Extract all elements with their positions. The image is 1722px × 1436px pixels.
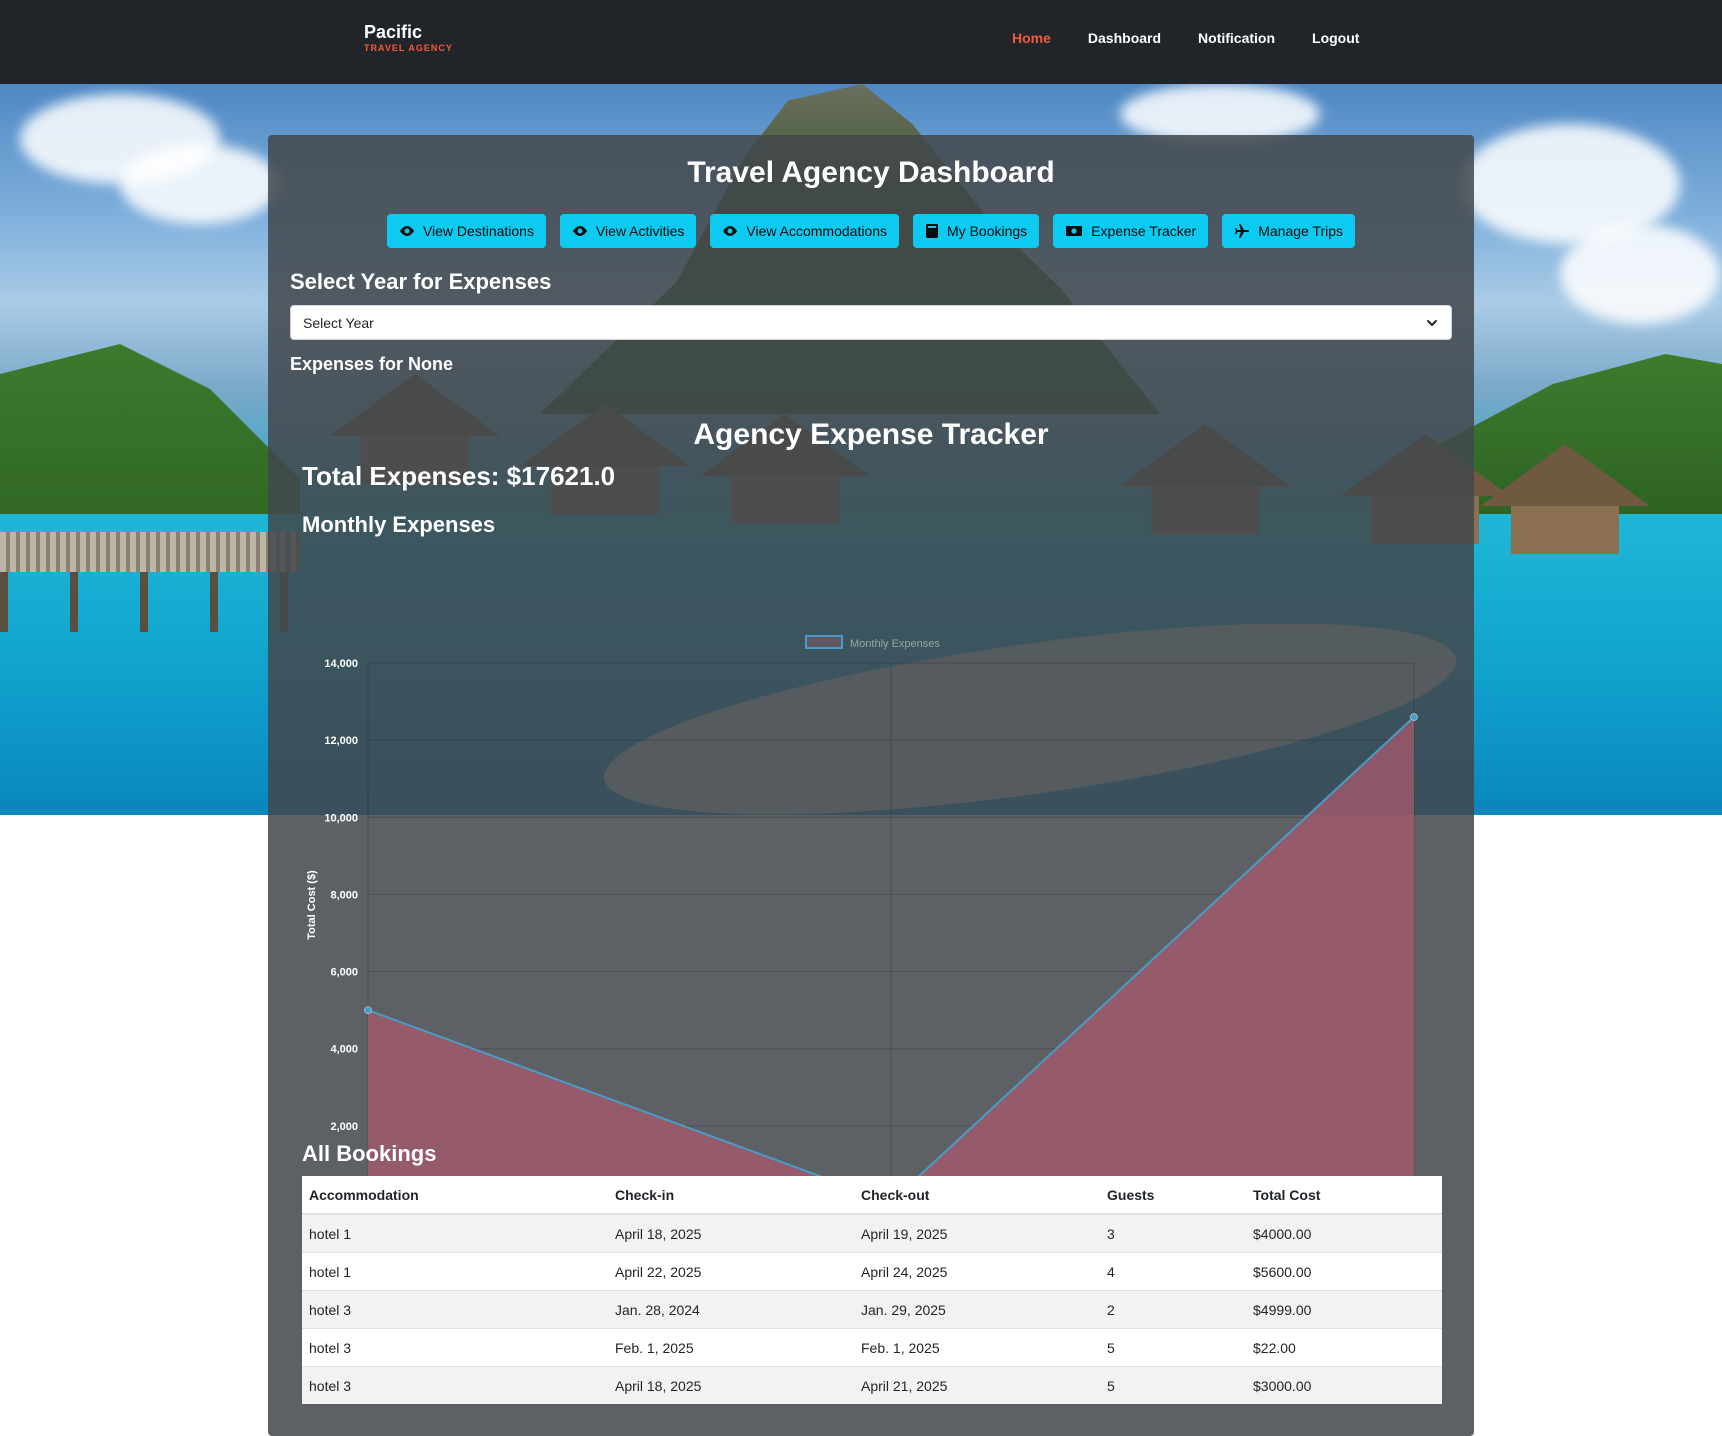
- table-row: hotel 3 Jan. 28, 2024 Jan. 29, 2025 2 $4999.…: [302, 1290, 1442, 1329]
- nav-link-logout[interactable]: Logout: [1312, 30, 1359, 46]
- cell-accommodation: hotel 1: [302, 1213, 608, 1253]
- cell-total-cost: $5600.00: [1246, 1252, 1442, 1291]
- y-tick-label: 6,000: [330, 967, 358, 979]
- y-tick-label: 10,000: [324, 812, 358, 824]
- cell-check-in: April 18, 2025: [608, 1213, 854, 1253]
- cell-guests: 2: [1100, 1290, 1246, 1329]
- column-header-check-out: Check-out: [854, 1176, 1100, 1215]
- cell-check-out: Jan. 29, 2025: [854, 1290, 1100, 1329]
- cell-check-out: April 21, 2025: [854, 1366, 1100, 1404]
- money-icon: [1066, 226, 1083, 236]
- cell-guests: 3: [1100, 1213, 1246, 1253]
- y-tick-label: 12,000: [324, 735, 358, 747]
- brand-name: Pacific: [364, 22, 423, 42]
- cell-check-in: Feb. 1, 2025: [608, 1328, 854, 1367]
- manage-trips-button[interactable]: Manage Trips: [1222, 214, 1356, 248]
- expense-tracker-button[interactable]: Expense Tracker: [1053, 214, 1209, 248]
- my-bookings-button[interactable]: My Bookings: [913, 214, 1040, 248]
- monthly-expenses-heading: Monthly Expenses: [302, 512, 496, 537]
- cell-check-in: Jan. 28, 2024: [608, 1290, 854, 1329]
- table-row: hotel 1 April 22, 2025 April 24, 2025 4 $560…: [302, 1252, 1442, 1291]
- cell-total-cost: $4000.00: [1246, 1213, 1442, 1253]
- chevron-down-icon: [1427, 320, 1437, 326]
- page-title: Travel Agency Dashboard: [687, 156, 1055, 189]
- column-header-total-cost: Total Cost: [1246, 1176, 1442, 1215]
- table-row: hotel 1 April 18, 2025 April 19, 2025 3 $400…: [302, 1213, 1442, 1253]
- expense-tracker-title: Agency Expense Tracker: [693, 418, 1049, 451]
- data-point: [364, 1006, 372, 1014]
- monthly-expenses-chart: 02,0004,0006,0008,00010,00012,00014,000J…: [306, 635, 1440, 1246]
- button-label: View Destinations: [422, 223, 534, 239]
- year-filter-heading: Select Year for Expenses: [290, 269, 552, 294]
- button-label: Manage Trips: [1258, 223, 1344, 239]
- eye-icon: [572, 226, 587, 236]
- expenses-for-label: Expenses for None: [290, 354, 454, 374]
- total-expenses: Total Expenses: $17621.0: [302, 461, 616, 491]
- cell-guests: 5: [1100, 1366, 1246, 1404]
- eye-icon: [723, 226, 738, 236]
- y-tick-label: 4,000: [330, 1044, 358, 1056]
- cell-check-in: April 22, 2025: [608, 1252, 854, 1291]
- cell-check-out: April 19, 2025: [854, 1213, 1100, 1253]
- dashboard-card: Travel Agency Dashboard View Destination…: [268, 135, 1474, 1436]
- nav-link-notification[interactable]: Notification: [1198, 30, 1275, 46]
- book-icon: [926, 224, 939, 238]
- action-buttons: View Destinations View Activities View A…: [268, 214, 1474, 248]
- cell-check-in: April 18, 2025: [608, 1366, 854, 1404]
- cell-accommodation: hotel 3: [302, 1328, 608, 1367]
- nav-links: Home Dashboard Notification Logout: [1012, 30, 1396, 46]
- cell-check-out: April 24, 2025: [854, 1252, 1100, 1291]
- year-select-value: Select Year: [303, 314, 374, 331]
- cell-total-cost: $3000.00: [1246, 1366, 1442, 1404]
- y-tick-label: 14,000: [324, 658, 358, 670]
- cell-accommodation: hotel 1: [302, 1252, 608, 1291]
- y-tick-label: 2,000: [330, 1121, 358, 1133]
- cell-total-cost: $22.00: [1246, 1328, 1442, 1367]
- brand-subtitle: TRAVEL AGENCY: [364, 43, 453, 53]
- view-accommodations-button[interactable]: View Accommodations: [710, 214, 900, 248]
- button-label: View Accommodations: [746, 223, 888, 239]
- button-label: View Activities: [595, 223, 685, 239]
- nav-link-dashboard[interactable]: Dashboard: [1088, 30, 1161, 46]
- navbar: Pacific TRAVEL AGENCY Home Dashboard Not…: [0, 0, 1722, 84]
- plane-icon: [1235, 224, 1250, 238]
- column-header-accommodation: Accommodation: [302, 1176, 608, 1215]
- view-destinations-button[interactable]: View Destinations: [386, 214, 546, 248]
- column-header-guests: Guests: [1100, 1176, 1246, 1215]
- table-row: hotel 3 Feb. 1, 2025 Feb. 1, 2025 5 $22.00: [302, 1328, 1442, 1367]
- eye-icon: [399, 226, 414, 236]
- column-header-check-in: Check-in: [608, 1176, 854, 1215]
- button-label: Expense Tracker: [1091, 223, 1197, 239]
- year-select[interactable]: Select Year: [290, 305, 1452, 340]
- cell-check-out: Feb. 1, 2025: [854, 1328, 1100, 1367]
- legend-label: Monthly Expenses: [850, 638, 940, 650]
- cell-accommodation: hotel 3: [302, 1290, 608, 1329]
- table-header-row: Accommodation Check-in Check-out Guests …: [302, 1176, 1442, 1215]
- view-activities-button[interactable]: View Activities: [559, 214, 697, 248]
- y-axis-label: Total Cost ($): [306, 870, 318, 940]
- cell-accommodation: hotel 3: [302, 1366, 608, 1404]
- y-tick-label: 8,000: [330, 889, 358, 901]
- cell-guests: 4: [1100, 1252, 1246, 1291]
- cell-total-cost: $4999.00: [1246, 1290, 1442, 1329]
- nav-link-home[interactable]: Home: [1012, 30, 1051, 46]
- data-point: [1410, 713, 1418, 721]
- brand-logo[interactable]: Pacific TRAVEL AGENCY: [364, 22, 453, 53]
- legend-swatch: [805, 635, 843, 649]
- bookings-table: Accommodation Check-in Check-out Guests …: [302, 1176, 1442, 1404]
- cell-guests: 5: [1100, 1328, 1246, 1367]
- table-row: hotel 3 April 18, 2025 April 21, 2025 5 $300…: [302, 1366, 1442, 1404]
- all-bookings-title: All Bookings: [302, 1141, 437, 1166]
- button-label: My Bookings: [947, 223, 1028, 239]
